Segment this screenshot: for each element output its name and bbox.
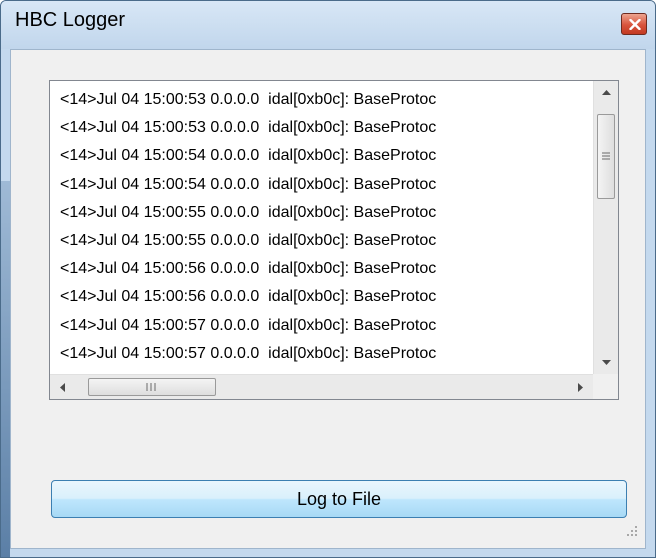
chevron-right-icon <box>578 383 583 392</box>
chevron-down-icon <box>602 360 611 365</box>
horizontal-scroll-thumb[interactable] <box>88 378 216 396</box>
scrollbar-corner <box>593 374 618 399</box>
log-line[interactable]: <14>Jul 04 15:00:53 0.0.0.0 idal[0xb0c]:… <box>60 90 436 110</box>
vertical-scrollbar[interactable] <box>593 81 618 374</box>
log-line[interactable]: <14>Jul 04 15:00:56 0.0.0.0 idal[0xb0c]:… <box>60 259 436 279</box>
log-to-file-label: Log to File <box>296 488 382 509</box>
chevron-up-icon <box>602 90 611 95</box>
scroll-left-button[interactable] <box>52 375 74 399</box>
close-button[interactable] <box>621 13 647 35</box>
grip-lines-icon <box>602 152 610 160</box>
log-line[interactable]: <14>Jul 04 15:00:56 0.0.0.0 idal[0xb0c]:… <box>60 287 436 307</box>
scroll-down-button[interactable] <box>594 352 618 374</box>
scroll-up-button[interactable] <box>594 81 618 103</box>
close-icon <box>629 19 641 30</box>
horizontal-scrollbar[interactable] <box>50 374 593 399</box>
log-line[interactable]: <14>Jul 04 15:00:57 0.0.0.0 idal[0xb0c]:… <box>60 344 436 364</box>
app-window: HBC Logger <14>Jul 04 15:00:53 0.0.0.0 i… <box>0 0 656 558</box>
resize-grip-icon[interactable] <box>623 522 639 538</box>
log-line[interactable]: <14>Jul 04 15:00:54 0.0.0.0 idal[0xb0c]:… <box>60 175 436 195</box>
log-line[interactable]: <14>Jul 04 15:00:55 0.0.0.0 idal[0xb0c]:… <box>60 203 436 223</box>
window-title: HBC Logger <box>15 9 126 31</box>
chevron-left-icon <box>60 383 65 392</box>
log-line[interactable]: <14>Jul 04 15:00:53 0.0.0.0 idal[0xb0c]:… <box>60 118 436 138</box>
log-listbox[interactable]: <14>Jul 04 15:00:53 0.0.0.0 idal[0xb0c]:… <box>49 80 619 400</box>
log-line[interactable]: <14>Jul 04 15:00:55 0.0.0.0 idal[0xb0c]:… <box>60 231 436 251</box>
log-to-file-button[interactable]: Log to File <box>51 480 627 518</box>
client-area: <14>Jul 04 15:00:53 0.0.0.0 idal[0xb0c]:… <box>10 49 646 549</box>
grip-lines-icon <box>146 383 156 391</box>
title-bar[interactable]: HBC Logger <box>1 1 655 49</box>
log-lines: <14>Jul 04 15:00:53 0.0.0.0 idal[0xb0c]:… <box>50 81 593 374</box>
log-line[interactable]: <14>Jul 04 15:00:54 0.0.0.0 idal[0xb0c]:… <box>60 146 436 166</box>
log-line[interactable]: <14>Jul 04 15:00:57 0.0.0.0 idal[0xb0c]:… <box>60 316 436 336</box>
scroll-right-button[interactable] <box>569 375 591 399</box>
vertical-scroll-thumb[interactable] <box>597 114 615 199</box>
window-frame-accent <box>1 181 10 557</box>
